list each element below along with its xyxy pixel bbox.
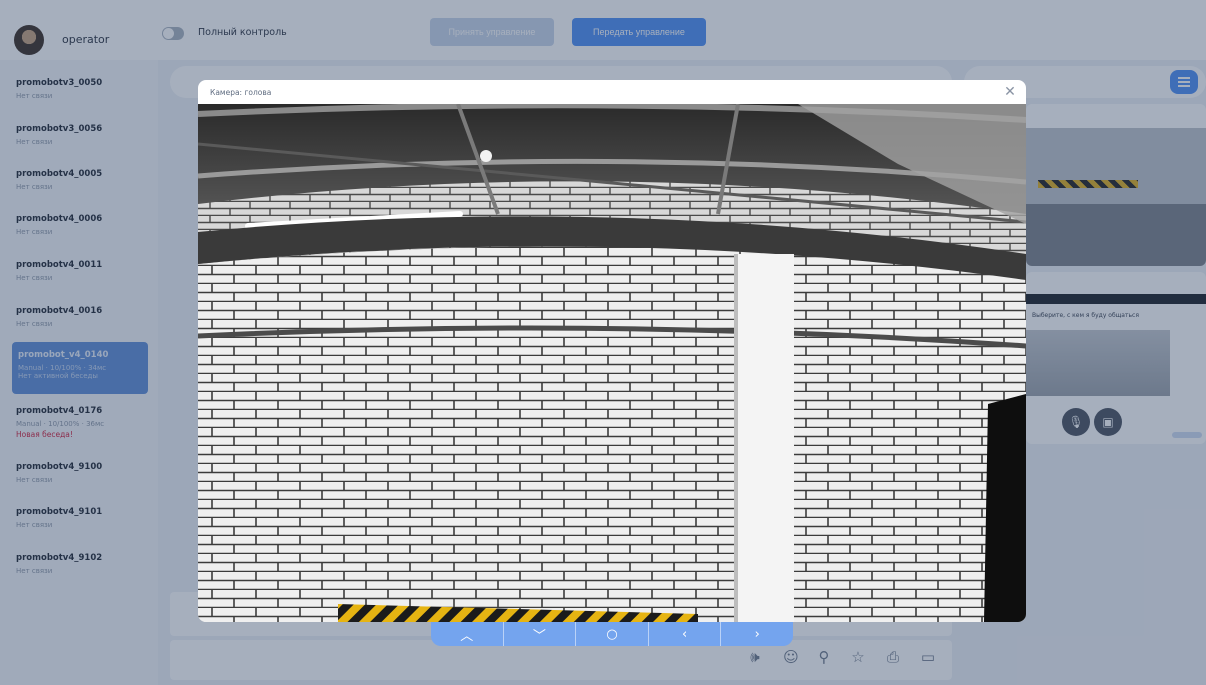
close-icon[interactable]: ✕: [1000, 82, 1020, 102]
center-icon[interactable]: ○: [576, 622, 649, 646]
arrow-down-icon[interactable]: ﹀: [504, 622, 577, 646]
camera-modal: Камера: голова ✕: [198, 80, 1026, 622]
camera-control-bar: ︿ ﹀ ○ ‹ ›: [431, 622, 793, 646]
modal-title: Камера: голова: [210, 88, 272, 97]
arrow-up-icon[interactable]: ︿: [431, 622, 504, 646]
camera-feed: [198, 104, 1026, 622]
arrow-left-icon[interactable]: ‹: [649, 622, 722, 646]
arrow-right-icon[interactable]: ›: [721, 622, 793, 646]
camera-image: [198, 104, 1026, 622]
